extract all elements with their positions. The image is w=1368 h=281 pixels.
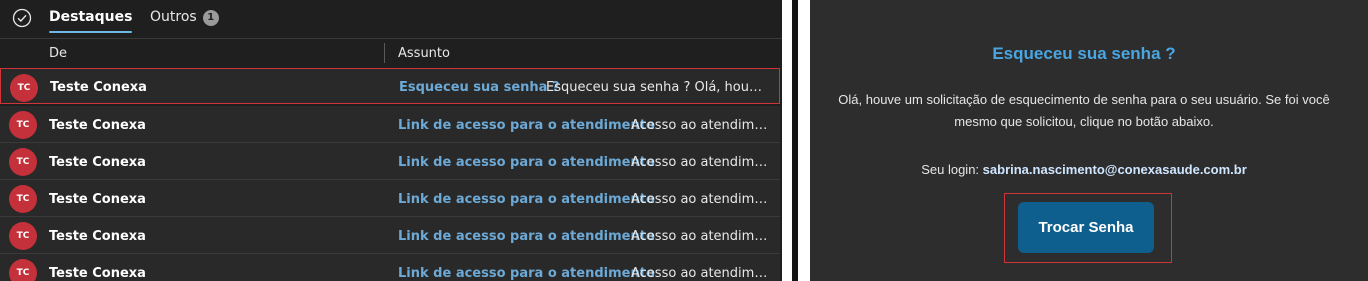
button-highlight-frame: Trocar Senha (1004, 193, 1172, 263)
message-preview: Acesso ao atendimento (631, 266, 768, 281)
tab-others[interactable]: Outros 1 (150, 9, 219, 26)
message-subject: Link de acesso para o atendimento (398, 192, 655, 207)
avatar: TC (9, 222, 37, 250)
message-preview: Acesso ao atendimento (631, 118, 768, 133)
change-password-button[interactable]: Trocar Senha (1018, 202, 1154, 253)
inbox-tabs: Destaques Outros 1 (0, 0, 782, 38)
message-sender: Teste Conexa (49, 266, 146, 281)
login-label: Seu login: (921, 162, 980, 177)
select-all-check-icon[interactable] (12, 8, 32, 28)
message-subject: Link de acesso para o atendimento (398, 229, 655, 244)
message-sender: Teste Conexa (49, 229, 146, 244)
avatar: TC (9, 148, 37, 176)
column-from[interactable]: De (49, 46, 67, 61)
message-subject: Link de acesso para o atendimento (398, 118, 655, 133)
login-line: Seu login: sabrina.nascimento@conexasaud… (810, 162, 1358, 177)
message-preview: Acesso ao atendimento (631, 155, 768, 170)
message-sender: Teste Conexa (49, 118, 146, 133)
avatar: TC (9, 111, 37, 139)
avatar: TC (10, 74, 38, 102)
avatar: TC (9, 259, 37, 281)
tab-highlights[interactable]: Destaques (49, 9, 133, 33)
message-row[interactable]: TC Teste Conexa Link de acesso para o at… (0, 143, 780, 180)
message-row[interactable]: TC Teste Conexa Link de acesso para o at… (0, 254, 780, 281)
message-sender: Teste Conexa (49, 155, 146, 170)
message-preview: Acesso ao atendimento (631, 229, 768, 244)
message-subject: Esqueceu sua senha ? (399, 80, 560, 95)
tab-others-label: Outros (150, 9, 197, 25)
message-row[interactable]: TC Teste Conexa Link de acesso para o at… (0, 217, 780, 254)
message-sender: Teste Conexa (49, 192, 146, 207)
unread-count-badge: 1 (202, 10, 219, 26)
message-subject: Link de acesso para o atendimento (398, 155, 655, 170)
reading-pane: Esqueceu sua senha ? Olá, houve um solic… (810, 0, 1368, 281)
tab-highlights-label: Destaques (49, 9, 133, 25)
message-row[interactable]: TC Teste Conexa Link de acesso para o at… (0, 180, 780, 217)
message-preview: Esqueceu sua senha ? Olá, houve um solic… (546, 80, 768, 95)
message-subject: Link de acesso para o atendimento (398, 266, 655, 281)
email-body-text: Olá, houve um solicitação de esqueciment… (838, 92, 1330, 129)
email-title: Esqueceu sua senha ? (992, 44, 1176, 63)
message-list-pane: Destaques Outros 1 De Assunto TC Teste Co… (0, 0, 782, 281)
avatar: TC (9, 185, 37, 213)
login-value: sabrina.nascimento@conexasaude.com.br (982, 162, 1247, 177)
message-sender: Teste Conexa (50, 80, 147, 95)
column-header: De Assunto (0, 38, 782, 67)
column-divider[interactable] (384, 43, 385, 63)
column-subject[interactable]: Assunto (398, 46, 450, 61)
active-tab-underline (49, 31, 133, 33)
message-row[interactable]: TC Teste Conexa Esqueceu sua senha ? Esq… (0, 68, 780, 104)
pane-divider (782, 0, 810, 281)
message-preview: Acesso ao atendimento (631, 192, 768, 207)
pane-divider-bar (792, 0, 798, 281)
message-row[interactable]: TC Teste Conexa Link de acesso para o at… (0, 106, 780, 143)
